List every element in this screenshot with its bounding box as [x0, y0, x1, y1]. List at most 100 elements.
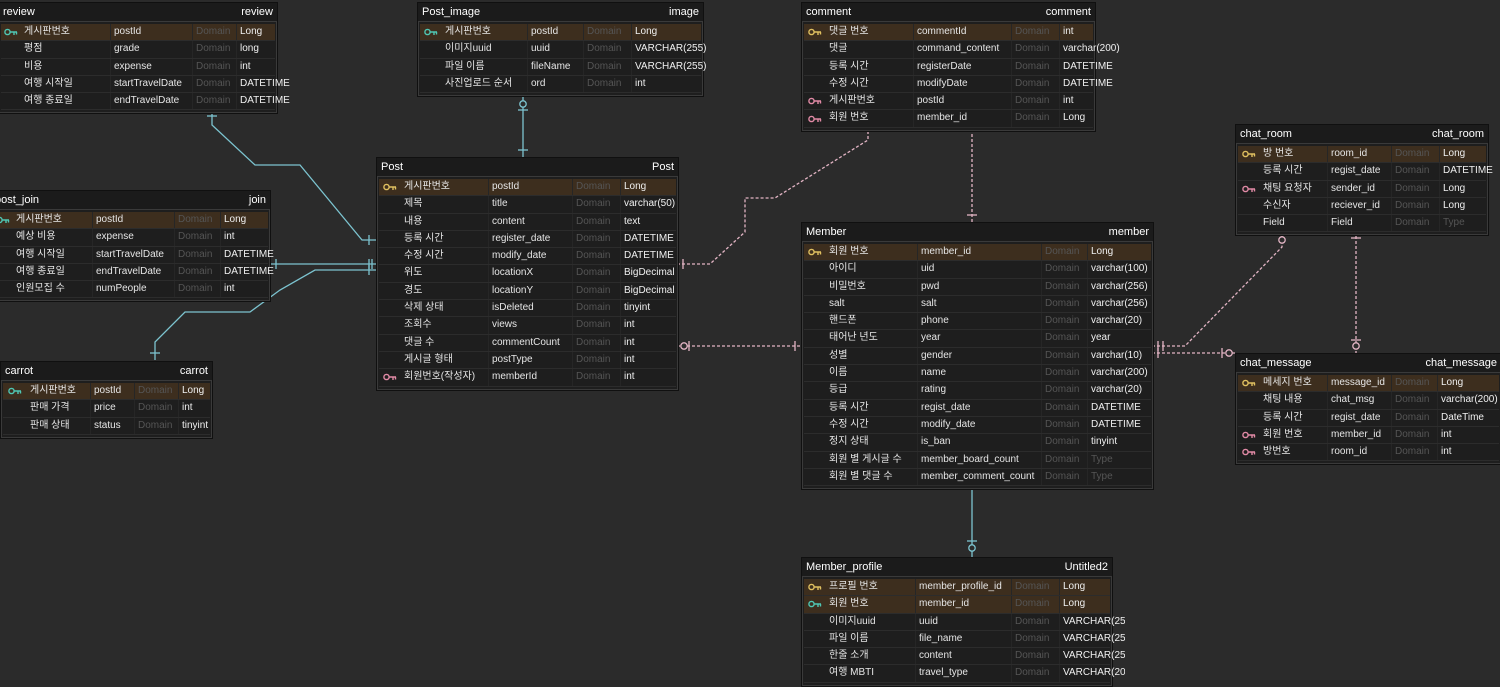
table-header[interactable]: comment comment: [802, 3, 1095, 22]
table-row[interactable]: 조회수 views Domain int: [379, 317, 676, 335]
column-icon-slot: [3, 418, 27, 434]
table-review[interactable]: review review 게시판번호 postId Domain Long 평점 gra…: [0, 2, 290, 115]
table-header[interactable]: Member member: [802, 223, 1153, 242]
table-row[interactable]: 수정 시간 modify_date Domain DATETIME: [804, 416, 1151, 435]
table-member-profile[interactable]: Member_profile Untitled2 프로필 번호 member_pr…: [801, 557, 1125, 687]
table-header[interactable]: review review: [0, 3, 277, 22]
table-row[interactable]: 평점 grade Domain long: [1, 41, 275, 59]
table-row[interactable]: 아이디 uid Domain varchar(100): [804, 261, 1151, 279]
column-type: varchar(200): [1437, 392, 1500, 409]
table-row[interactable]: 이름 name Domain varchar(200): [804, 365, 1151, 383]
column-domain: Domain: [174, 212, 220, 229]
table-header[interactable]: Post Post: [377, 158, 678, 177]
table-row[interactable]: 태어난 년도 year Domain year: [804, 330, 1151, 348]
table-row[interactable]: 삭제 상태 isDeleted Domain tinyint: [379, 300, 676, 318]
column-domain: Domain: [1041, 451, 1087, 468]
table-row[interactable]: 여행 종료일 endTravelDate Domain DATETIME: [1, 93, 290, 111]
table-row[interactable]: 채팅 요청자 sender_id Domain Long: [1238, 180, 1486, 198]
table-row[interactable]: 비용 expense Domain int: [1, 58, 275, 76]
table-row[interactable]: salt salt Domain varchar(256): [804, 295, 1151, 314]
column-type: int: [178, 400, 226, 417]
table-row[interactable]: 회원 별 댓글 수 member_comment_count Domain Type: [804, 468, 1151, 487]
table-row[interactable]: 등록 시간 regist_date Domain DATETIME: [804, 399, 1151, 417]
table-row[interactable]: 경도 locationY Domain BigDecimal: [379, 282, 676, 301]
table-row[interactable]: 게시판번호 postId Domain Long: [0, 212, 268, 230]
table-row[interactable]: 위도 locationX Domain BigDecimal: [379, 265, 676, 283]
table-row[interactable]: 이미지uuiduuidDomainVARCHAR(255): [804, 613, 1125, 631]
table-member[interactable]: Member member 회원 번호 member_id Domain Long 아이…: [801, 222, 1154, 491]
table-row[interactable]: 판매 상태 status Domain tinyint: [3, 417, 210, 435]
column-icon-slot: [0, 281, 13, 297]
table-header[interactable]: chat_room chat_room: [1236, 125, 1488, 144]
column-physical-name: modifyDate: [913, 75, 1011, 93]
column-type: VARCHAR(255): [631, 58, 713, 75]
table-post-image[interactable]: Post_image image 게시판번호 postId Domain Long 이미…: [417, 2, 707, 98]
table-header[interactable]: Post_image image: [418, 3, 703, 22]
table-row[interactable]: 회원 번호 member_id Domain int: [1238, 426, 1499, 445]
table-row[interactable]: 댓글 번호 commentId Domain int: [804, 24, 1093, 42]
table-row[interactable]: 여행 MBTI travel_type Domain VARCHAR(20): [804, 665, 1125, 683]
table-row[interactable]: 파일 이름 file_nameDomainVARCHAR(255): [804, 630, 1125, 649]
table-row[interactable]: 회원 번호 member_id Domain Long: [804, 596, 1110, 614]
table-row[interactable]: 여행 시작일 startTravelDate Domain DATETIME: [0, 246, 274, 264]
table-name: Post: [381, 161, 404, 173]
table-row[interactable]: 회원 별 게시글 수 member_board_count Domain Type: [804, 451, 1151, 469]
table-header[interactable]: carrot carrot: [1, 362, 212, 381]
table-row[interactable]: 제목 title Domain varchar(50): [379, 196, 676, 214]
table-row[interactable]: 게시판번호 postId Domain Long: [379, 179, 676, 197]
table-row[interactable]: 성별 gender Domain varchar(10): [804, 347, 1151, 366]
table-row[interactable]: 게시판번호 postId Domain Long: [1, 24, 275, 42]
table-row[interactable]: 여행 시작일 startTravelDate Domain DATETIME: [1, 75, 290, 94]
table-row[interactable]: 사진업로드 순서 ord Domain int: [420, 75, 701, 94]
table-chat-room[interactable]: chat_room chat_room 방 번호 room_id Domain Lon…: [1235, 124, 1493, 237]
table-row[interactable]: 여행 종료일 endTravelDate Domain DATETIME: [0, 263, 274, 282]
table-row[interactable]: 게시판번호 postId Domain Long: [420, 24, 701, 42]
table-row[interactable]: 내용 content Domain text: [379, 213, 676, 231]
table-row[interactable]: 비밀번호 pwd Domain varchar(256): [804, 278, 1151, 296]
table-row[interactable]: 등급 rating Domain varchar(20): [804, 382, 1151, 400]
table-row[interactable]: 이미지uuiduuidDomainVARCHAR(255): [420, 41, 707, 59]
table-row[interactable]: 프로필 번호 member_profile_id Domain Long: [804, 579, 1110, 597]
table-row[interactable]: 핸드폰 phone Domain varchar(20): [804, 313, 1151, 331]
table-row[interactable]: 수정 시간 modifyDate Domain DATETIME: [804, 75, 1113, 94]
table-row[interactable]: 댓글 수 commentCount Domain int: [379, 334, 676, 352]
table-row[interactable]: 등록 시간 registerDate Domain DATETIME: [804, 58, 1113, 76]
table-row[interactable]: 파일 이름 fileName Domain VARCHAR(255): [420, 58, 707, 76]
table-row[interactable]: 수정 시간 modify_date Domain DATETIME: [379, 248, 676, 266]
column-logical-name: 비밀번호: [829, 280, 866, 292]
table-header[interactable]: post_join join: [0, 191, 270, 210]
table-row[interactable]: 등록 시간 register_date Domain DATETIME: [379, 230, 676, 249]
table-row[interactable]: 인원모집 수 numPeople Domain int: [0, 281, 268, 299]
table-row[interactable]: 회원 번호 member_id Domain Long: [804, 244, 1151, 262]
table-row[interactable]: 게시글 형태 postType Domain int: [379, 351, 676, 370]
table-row[interactable]: 회원번호(작성자) memberId Domain int: [379, 369, 676, 387]
table-row[interactable]: 정지 상태 is_ban Domain tinyint: [804, 434, 1151, 452]
table-post[interactable]: Post Post 게시판번호 postId Domain Long 제목 title Do…: [376, 157, 679, 391]
column-icon-slot: [420, 41, 442, 57]
column-physical-name: postType: [488, 351, 572, 369]
table-row[interactable]: 수신자 reciever_id Domain Long: [1238, 197, 1486, 216]
table-row[interactable]: 예상 비용 expense Domain int: [0, 229, 268, 247]
table-row[interactable]: 게시판번호 postId Domain Long: [3, 383, 210, 401]
table-comment[interactable]: comment comment 댓글 번호 commentId Domain int 댓…: [801, 2, 1120, 132]
table-chat-message[interactable]: chat_message chat_message 메세지 번호 message_…: [1235, 353, 1500, 466]
table-row[interactable]: 한줄 소개 contentDomainVARCHAR(255): [804, 648, 1125, 666]
table-row[interactable]: 등록 시간 regist_date Domain DateTime: [1238, 409, 1499, 427]
table-row[interactable]: 방 번호 room_id Domain Long: [1238, 146, 1486, 164]
table-row[interactable]: 판매 가격 price Domain int: [3, 400, 210, 418]
table-row[interactable]: 채팅 내용 chat_msg Domain varchar(200): [1238, 392, 1500, 410]
table-header[interactable]: chat_message chat_message: [1236, 354, 1500, 373]
table-carrot[interactable]: carrot carrot 게시판번호 postId Domain Long 판매 가격…: [0, 361, 213, 439]
table-post-join[interactable]: post_join join 게시판번호postIdDomainLong예상 비…: [0, 190, 274, 303]
table-row[interactable]: 게시판번호 postId Domain int: [804, 93, 1093, 111]
table-name: chat_room: [1240, 128, 1292, 140]
erd-canvas[interactable]: review review 게시판번호 postId Domain Long 평점 gra…: [0, 0, 1500, 687]
table-row[interactable]: 방번호 room_id Domain int: [1238, 444, 1499, 462]
table-row[interactable]: 등록 시간 regist_date Domain DATETIME: [1238, 163, 1493, 181]
table-row[interactable]: 메세지 번호 message_id Domain Long: [1238, 375, 1499, 393]
table-row[interactable]: Field Field Domain Type: [1238, 215, 1486, 233]
table-header[interactable]: Member_profile Untitled2: [802, 558, 1112, 577]
table-row[interactable]: 댓글 command_content Domain varchar(200): [804, 41, 1120, 59]
column-physical-name: postId: [92, 212, 174, 229]
table-row[interactable]: 회원 번호 member_id Domain Long: [804, 110, 1093, 128]
